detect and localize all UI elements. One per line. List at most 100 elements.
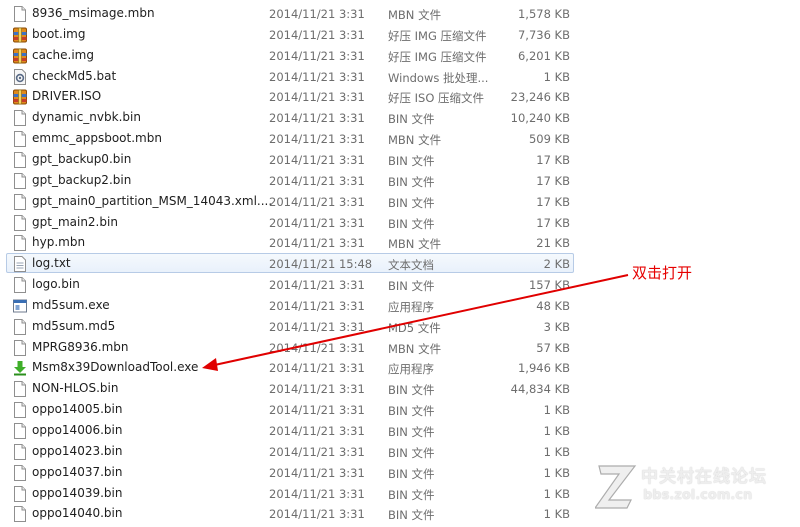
file-size: 7,736 KB	[517, 27, 570, 42]
file-name: cache.img	[32, 47, 94, 62]
file-row[interactable]: logo.bin 2014/11/21 3:31 BIN 文件 157 KB	[6, 274, 574, 294]
file-row[interactable]: md5sum.md5 2014/11/21 3:31 MD5 文件 3 KB	[6, 316, 574, 336]
file-row[interactable]: dynamic_nvbk.bin 2014/11/21 3:31 BIN 文件 10,…	[6, 107, 574, 127]
file-type: BIN 文件	[388, 216, 435, 231]
file-date: 2014/11/21 3:31	[269, 132, 365, 147]
file-type: MBN 文件	[388, 341, 442, 356]
exe-window-icon	[13, 298, 27, 314]
generic-file-icon	[13, 131, 27, 148]
file-type: BIN 文件	[388, 404, 435, 419]
file-size: 509 KB	[528, 132, 570, 147]
file-type: MBN 文件	[388, 8, 442, 22]
file-name: dynamic_nvbk.bin	[32, 110, 141, 125]
file-name: md5sum.exe	[32, 297, 110, 312]
file-type: BIN 文件	[388, 487, 435, 502]
file-date: 2014/11/21 3:31	[269, 403, 365, 418]
file-row[interactable]: 8936_msimage.mbn 2014/11/21 3:31 MBN 文件 1,5…	[6, 3, 574, 23]
file-row[interactable]: cache.img 2014/11/21 3:31 好压 IMG 压缩文件 6,201…	[6, 45, 574, 65]
generic-file-icon	[13, 235, 27, 252]
file-name: gpt_main2.bin	[32, 214, 118, 229]
file-size: 1 KB	[543, 507, 570, 522]
file-row[interactable]: Msm8x39DownloadTool.exe 2014/11/21 3:31 应用…	[6, 357, 574, 377]
file-row[interactable]: hyp.mbn 2014/11/21 3:31 MBN 文件 21 KB	[6, 232, 574, 252]
file-row[interactable]: md5sum.exe 2014/11/21 3:31 应用程序 48 KB	[6, 295, 574, 315]
file-date: 2014/11/21 3:31	[269, 48, 365, 63]
file-row[interactable]: oppo14005.bin 2014/11/21 3:31 BIN 文件 1 KB	[6, 399, 574, 419]
file-row[interactable]: checkMd5.bat 2014/11/21 3:31 Windows 批处理..…	[6, 66, 574, 86]
file-name: DRIVER.ISO	[32, 89, 102, 104]
file-name: log.txt	[32, 256, 71, 271]
file-type: BIN 文件	[388, 112, 435, 127]
file-row[interactable]: gpt_backup0.bin 2014/11/21 3:31 BIN 文件 17 K…	[6, 149, 574, 169]
file-name: MPRG8936.mbn	[32, 339, 129, 354]
file-type: 好压 IMG 压缩文件	[388, 49, 487, 64]
file-name: oppo14040.bin	[32, 506, 123, 521]
file-row[interactable]: oppo14037.bin 2014/11/21 3:31 BIN 文件 1 KB	[6, 462, 574, 482]
generic-file-icon	[13, 443, 27, 460]
file-size: 1,578 KB	[517, 7, 570, 21]
file-name: Msm8x39DownloadTool.exe	[32, 360, 199, 375]
file-row[interactable]: oppo14023.bin 2014/11/21 3:31 BIN 文件 1 KB	[6, 441, 574, 461]
file-name: hyp.mbn	[32, 235, 86, 250]
archive-icon	[13, 27, 27, 43]
file-date: 2014/11/21 3:31	[269, 298, 365, 313]
file-date: 2014/11/21 3:31	[269, 486, 365, 501]
generic-file-icon	[13, 214, 27, 231]
file-size: 48 KB	[536, 298, 570, 313]
file-row[interactable]: DRIVER.ISO 2014/11/21 3:31 好压 ISO 压缩文件 23,2…	[6, 86, 574, 106]
file-name: NON-HLOS.bin	[32, 381, 119, 396]
file-row[interactable]: boot.img 2014/11/21 3:31 好压 IMG 压缩文件 7,736 …	[6, 24, 574, 44]
file-date: 2014/11/21 3:31	[269, 27, 365, 42]
file-name: emmc_appsboot.mbn	[32, 131, 162, 146]
file-date: 2014/11/21 3:31	[269, 69, 365, 84]
watermark: 中关村在线论坛 bbs.zol.com.cn	[595, 458, 795, 514]
file-size: 1 KB	[543, 465, 570, 480]
file-type: 好压 IMG 压缩文件	[388, 28, 487, 43]
file-row[interactable]: emmc_appsboot.mbn 2014/11/21 3:31 MBN 文件 50…	[6, 128, 574, 148]
file-size: 6,201 KB	[517, 48, 570, 63]
generic-file-icon	[13, 6, 27, 22]
file-type: MBN 文件	[388, 237, 442, 252]
file-type: MD5 文件	[388, 320, 441, 335]
file-type: 好压 ISO 压缩文件	[388, 91, 485, 106]
file-date: 2014/11/21 3:31	[269, 173, 365, 188]
file-date: 2014/11/21 3:31	[269, 215, 365, 230]
file-date: 2014/11/21 3:31	[269, 340, 365, 355]
file-row[interactable]: oppo14039.bin 2014/11/21 3:31 BIN 文件 1 KB	[6, 483, 574, 503]
file-row[interactable]: oppo14040.bin 2014/11/21 3:31 BIN 文件 1 KB	[6, 503, 574, 523]
file-name: oppo14037.bin	[32, 464, 123, 479]
file-name: gpt_main0_partition_MSM_14043.xml....	[32, 193, 273, 208]
file-name: gpt_backup0.bin	[32, 151, 132, 166]
archive-icon	[13, 89, 27, 105]
file-name: checkMd5.bat	[32, 68, 117, 83]
file-size: 1 KB	[543, 403, 570, 418]
file-row[interactable]: oppo14006.bin 2014/11/21 3:31 BIN 文件 1 KB	[6, 420, 574, 440]
file-name: boot.img	[32, 26, 86, 41]
file-date: 2014/11/21 3:31	[269, 111, 365, 126]
archive-icon	[13, 48, 27, 64]
file-row[interactable]: gpt_backup2.bin 2014/11/21 3:31 BIN 文件 17 K…	[6, 170, 574, 190]
file-type: BIN 文件	[388, 425, 435, 439]
file-row[interactable]: log.txt 2014/11/21 15:48 文本文档 2 KB	[6, 253, 574, 274]
file-name: 8936_msimage.mbn	[32, 6, 155, 20]
file-row[interactable]: MPRG8936.mbn 2014/11/21 3:31 MBN 文件 57 KB	[6, 337, 574, 357]
file-row[interactable]: NON-HLOS.bin 2014/11/21 3:31 BIN 文件 44,834 …	[6, 378, 574, 398]
file-type: Windows 批处理...	[388, 70, 489, 85]
file-type: 文本文档	[388, 258, 434, 273]
generic-file-icon	[13, 172, 27, 189]
generic-file-icon	[13, 277, 27, 294]
file-size: 44,834 KB	[510, 382, 570, 397]
file-date: 2014/11/21 3:31	[269, 7, 365, 21]
file-date: 2014/11/21 3:31	[269, 444, 365, 459]
file-type: BIN 文件	[388, 445, 435, 460]
generic-file-icon	[13, 339, 27, 356]
file-size: 17 KB	[536, 194, 570, 209]
file-date: 2014/11/21 15:48	[269, 257, 373, 272]
file-row[interactable]: gpt_main0_partition_MSM_14043.xml.... 201…	[6, 191, 574, 211]
file-size: 17 KB	[536, 152, 570, 167]
file-row[interactable]: gpt_main2.bin 2014/11/21 3:31 BIN 文件 17 KB	[6, 212, 574, 232]
watermark-line1: 中关村在线论坛	[641, 467, 767, 487]
file-size: 157 KB	[528, 278, 570, 293]
file-name: oppo14006.bin	[32, 423, 123, 437]
file-date: 2014/11/21 3:31	[269, 319, 365, 334]
